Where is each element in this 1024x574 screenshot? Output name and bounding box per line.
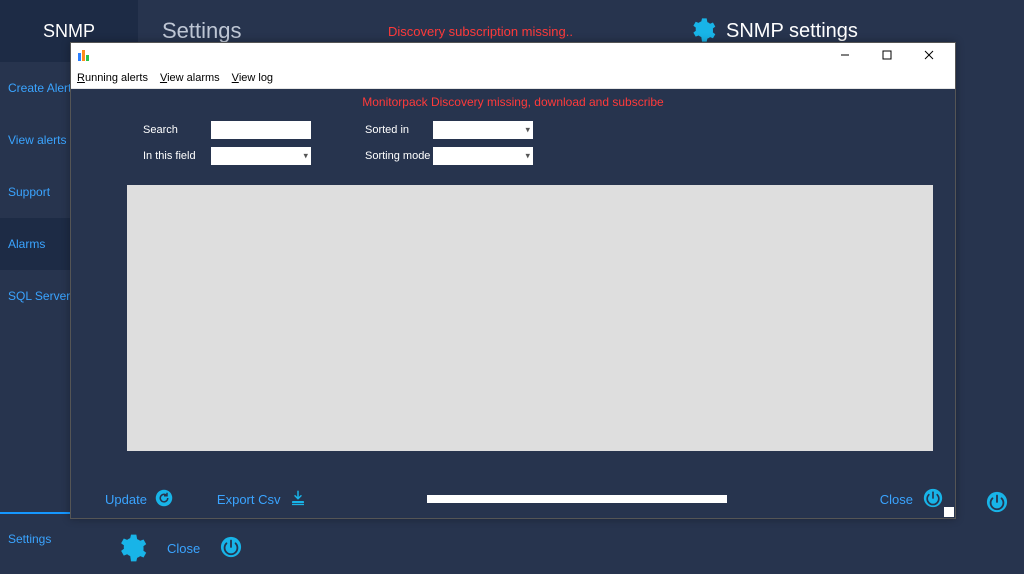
alerts-window: Running alerts View alarms View log Moni… [70, 42, 956, 519]
filter-row-2: In this field ▾ Sorting mode ▾ [71, 143, 955, 169]
menu-label: iew log [239, 72, 273, 84]
gear-icon[interactable] [115, 532, 147, 564]
power-icon[interactable] [986, 491, 1008, 516]
window-titlebar[interactable] [71, 43, 955, 67]
sidebar-item-settings[interactable]: Settings [0, 512, 99, 564]
discovery-warning: Monitorpack Discovery missing, download … [71, 89, 955, 117]
sidebar-item-label: Settings [8, 532, 51, 546]
sorted-in-label: Sorted in [365, 124, 433, 136]
close-link[interactable]: Close [167, 541, 200, 556]
window-controls [831, 45, 949, 65]
export-csv-button[interactable]: Export Csv [217, 492, 281, 507]
sidebar-item-label: Support [8, 185, 50, 199]
sidebar-item-label: Create Alert [8, 81, 71, 95]
maximize-button[interactable] [873, 45, 901, 65]
main-footer: Close [99, 522, 1024, 574]
close-button[interactable] [915, 45, 943, 65]
sorting-mode-select[interactable] [433, 147, 533, 165]
app-icon [77, 48, 91, 62]
refresh-icon[interactable] [155, 489, 173, 510]
sorting-mode-label: Sorting mode [365, 150, 433, 162]
filter-row-1: Search Sorted in ▾ [71, 117, 955, 143]
sidebar-item-label: SQL Server [8, 289, 70, 303]
update-button[interactable]: Update [105, 492, 147, 507]
menu-label: unning alerts [85, 72, 148, 84]
in-this-field-label: In this field [143, 150, 211, 162]
app-logo-text: SNMP [43, 21, 95, 42]
menu-view-alarms[interactable]: View alarms [160, 72, 220, 84]
export-icon[interactable] [289, 489, 307, 510]
window-body: Monitorpack Discovery missing, download … [71, 89, 955, 518]
in-this-field-select[interactable] [211, 147, 311, 165]
progress-bar [427, 495, 727, 503]
power-icon[interactable] [923, 488, 943, 511]
sorted-in-select[interactable] [433, 121, 533, 139]
menu-label: iew alarms [167, 72, 220, 84]
resize-grip[interactable] [944, 507, 954, 517]
snmp-settings-title: SNMP settings [726, 20, 858, 43]
sidebar-item-label: View alerts [8, 133, 66, 147]
data-grid[interactable] [127, 185, 933, 451]
menu-view-log[interactable]: View log [232, 72, 273, 84]
power-icon[interactable] [220, 536, 242, 561]
page-title: Settings [138, 18, 388, 44]
window-footer: Update Export Csv Close [71, 480, 955, 518]
modal-close-button[interactable]: Close [880, 492, 913, 507]
search-label: Search [143, 124, 211, 136]
window-menubar: Running alerts View alarms View log [71, 67, 955, 89]
minimize-button[interactable] [831, 45, 859, 65]
menu-running-alerts[interactable]: Running alerts [77, 72, 148, 84]
search-input[interactable] [211, 121, 311, 139]
sidebar-item-label: Alarms [8, 237, 45, 251]
subscription-warning: Discovery subscription missing.. [388, 24, 664, 39]
